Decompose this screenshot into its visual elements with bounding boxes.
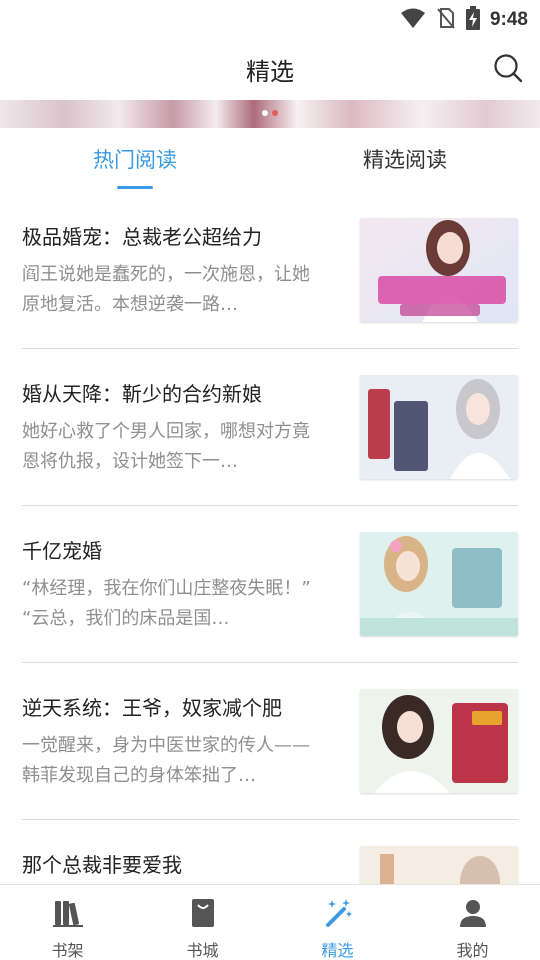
status-time: 9:48 <box>489 9 528 30</box>
tab-indicator <box>117 186 153 189</box>
banner-carousel[interactable] <box>0 100 540 128</box>
nav-label: 书架 <box>51 941 84 960</box>
search-button[interactable] <box>492 52 524 84</box>
book-description: 阎王说她是蠢死的，一次施恩，让她原地复活。本想逆袭一路… <box>22 264 310 315</box>
no-sim-icon <box>436 7 456 33</box>
bookstore-icon <box>187 897 219 929</box>
book-description: “林经理，我在你们山庄整夜失眠！” “云总，我们的床品是国… <box>22 578 311 629</box>
bookshelf-icon <box>52 897 84 929</box>
book-item[interactable]: 那个总裁非要爱我 <box>0 820 540 884</box>
nav-label: 精选 <box>321 941 354 960</box>
status-bar: 9:48 <box>0 0 540 36</box>
page-title: 精选 <box>246 58 294 86</box>
book-cover[interactable] <box>360 375 518 479</box>
book-title: 逆天系统：王爷，奴家减个肥 <box>22 696 282 720</box>
book-cover[interactable] <box>360 218 518 322</box>
book-item[interactable]: 婚从天降：靳少的合约新娘 她好心救了个男人回家，哪想对方竟恩将仇报，设计她签下一… <box>0 349 540 506</box>
tab-hot-reading[interactable]: 热门阅读 <box>0 144 270 174</box>
book-title: 婚从天降：靳少的合约新娘 <box>22 382 262 406</box>
book-cover[interactable] <box>360 689 518 793</box>
carousel-dot-active <box>272 110 278 116</box>
nav-bookshelf[interactable]: 书架 <box>0 885 135 960</box>
nav-featured[interactable]: 精选 <box>270 885 405 960</box>
tab-bar: 热门阅读 精选阅读 <box>0 128 540 192</box>
book-title: 那个总裁非要爱我 <box>22 853 182 877</box>
bottom-navigation: 书架 书城 精选 我的 <box>0 884 540 960</box>
book-cover[interactable] <box>360 846 518 884</box>
battery-charging-icon <box>465 6 480 34</box>
book-description: 一觉醒来，身为中医世家的传人——韩菲发现自己的身体笨拙了… <box>22 735 310 786</box>
book-item[interactable]: 极品婚宠：总裁老公超给力 阎王说她是蠢死的，一次施恩，让她原地复活。本想逆袭一路… <box>0 192 540 349</box>
book-title: 极品婚宠：总裁老公超给力 <box>22 225 262 249</box>
book-item[interactable]: 千亿宠婚 “林经理，我在你们山庄整夜失眠！” “云总，我们的床品是国… <box>0 506 540 663</box>
carousel-dot <box>262 110 268 116</box>
status-icons: 9:48 <box>400 6 528 34</box>
app-bar: 精选 <box>0 36 540 100</box>
book-description: 她好心救了个男人回家，哪想对方竟恩将仇报，设计她签下一… <box>22 421 310 472</box>
nav-label: 我的 <box>456 941 489 960</box>
tab-selected-reading[interactable]: 精选阅读 <box>270 144 540 174</box>
book-title: 千亿宠婚 <box>22 539 102 563</box>
search-icon <box>492 54 524 88</box>
profile-icon <box>457 897 489 929</box>
nav-label: 书城 <box>186 941 219 960</box>
book-item[interactable]: 逆天系统：王爷，奴家减个肥 一觉醒来，身为中医世家的传人——韩菲发现自己的身体笨… <box>0 663 540 820</box>
book-cover[interactable] <box>360 532 518 636</box>
book-list: 极品婚宠：总裁老公超给力 阎王说她是蠢死的，一次施恩，让她原地复活。本想逆袭一路… <box>0 192 540 884</box>
nav-bookstore[interactable]: 书城 <box>135 885 270 960</box>
magic-wand-icon <box>322 897 354 929</box>
wifi-icon <box>400 7 426 33</box>
nav-profile[interactable]: 我的 <box>405 885 540 960</box>
